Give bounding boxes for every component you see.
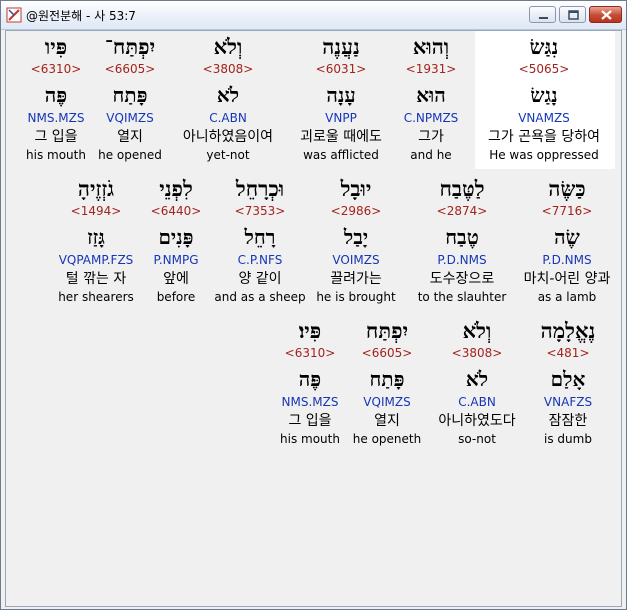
maximize-icon — [568, 10, 579, 20]
strong-number: <6310> — [30, 62, 82, 76]
parsing-code: VQPAMP.FZS — [58, 253, 134, 267]
close-button[interactable] — [589, 6, 622, 23]
hebrew-word: פִּיו׃ — [298, 318, 322, 343]
close-icon — [601, 10, 612, 20]
english-gloss: his mouth — [26, 148, 86, 162]
minimize-button[interactable] — [529, 6, 556, 23]
hebrew-lemma: פֶּה — [44, 83, 68, 107]
english-gloss: her shearers — [58, 290, 134, 304]
parsing-code: NMS.MZS — [281, 395, 339, 409]
hebrew-lemma: גָּזַז — [87, 225, 105, 249]
strong-number: <6310> — [284, 346, 336, 360]
app-logo-icon — [6, 7, 22, 23]
korean-gloss: 털 깎는 자 — [65, 271, 127, 287]
hebrew-word: גֹזְזֶיהָ — [77, 176, 115, 201]
hebrew-word: פִּיו — [44, 34, 68, 59]
korean-gloss: 그 입을 — [288, 413, 332, 429]
interlinear-panel: נִגַּשׂ <5065> נָגַשׂ VNAMZS 그가 곤욕을 당하여 … — [5, 30, 622, 607]
title-bar[interactable]: @원전분해 - 사 53:7 — [1, 1, 626, 30]
strong-number: <1494> — [70, 204, 122, 218]
hebrew-lemma: פֶּה — [298, 367, 322, 391]
parsing-code: NMS.MZS — [27, 111, 85, 125]
english-gloss: his mouth — [280, 432, 340, 446]
maximize-button[interactable] — [559, 6, 586, 23]
korean-gloss: 그 입을 — [34, 129, 78, 145]
window-title: @원전분해 - 사 53:7 — [26, 9, 136, 23]
minimize-icon — [539, 17, 548, 19]
main-window: @원전분해 - 사 53:7 נִגַּשׂ <5065> נָגַשׂ VNA… — [0, 0, 627, 610]
